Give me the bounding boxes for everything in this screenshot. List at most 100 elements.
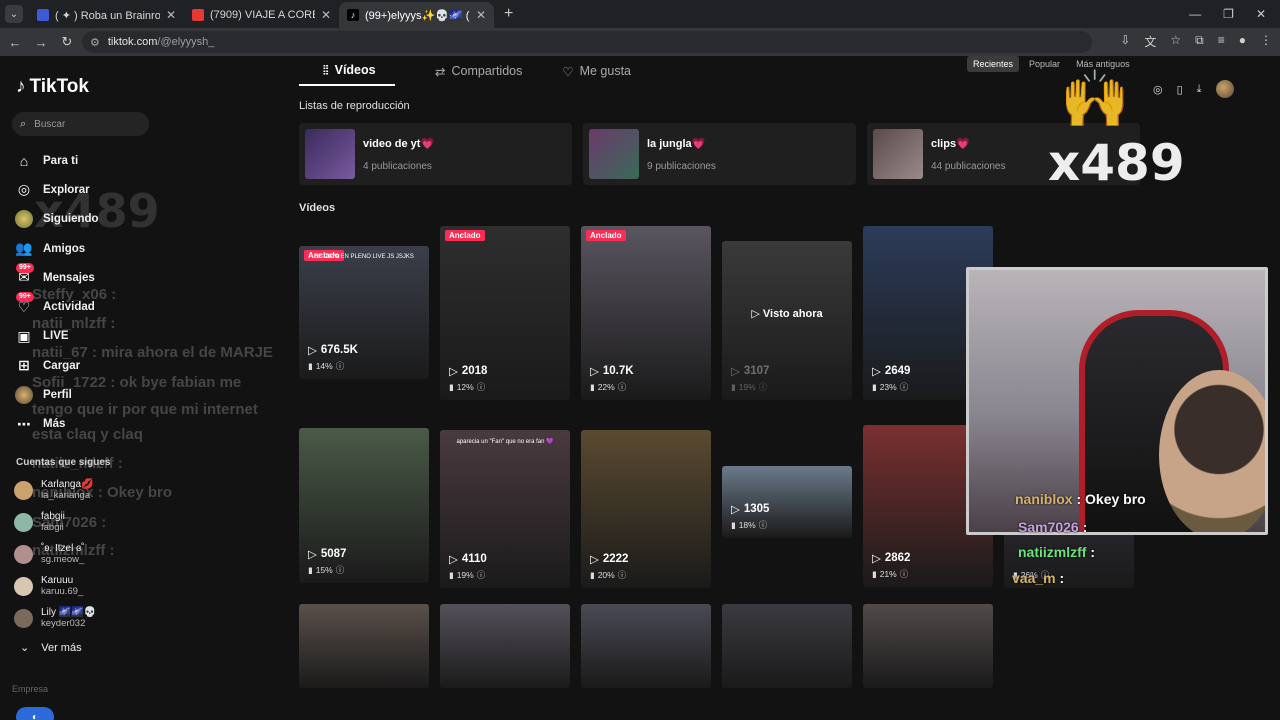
play-icon: ▷ (308, 345, 317, 357)
following-account[interactable]: Karlanga💋 la_karlanga (14, 474, 96, 506)
sort-recientes[interactable]: Recientes (967, 56, 1020, 72)
info-icon[interactable]: ⓘ (618, 381, 627, 393)
tiktok-logo[interactable]: ♪ TikTok (16, 76, 89, 98)
info-icon[interactable]: ⓘ (900, 568, 909, 580)
video-card[interactable]: ▷ Visto ahora ▷ 3107 ▮ 19% ⓘ (722, 241, 852, 400)
account-name: Karlanga💋 (41, 479, 94, 490)
toolbar-right: ⇩ 文 ☆ ⧉ ≡ ● ⋮ (1120, 33, 1272, 50)
following-account[interactable]: Karuuu karuu.69_ (14, 570, 96, 602)
floating-app-button[interactable]: ◐ (16, 707, 54, 720)
footer-link[interactable]: Empresa (12, 684, 48, 694)
window-controls: — ❐ ✕ (1189, 7, 1280, 21)
tab-label: Vídeos (334, 63, 376, 77)
playlist-name: video de yt💗 (363, 137, 435, 150)
new-tab-button[interactable]: + (504, 5, 513, 23)
info-icon[interactable]: ⓘ (336, 360, 345, 372)
overlay-chat-line: vaa_m : (1012, 570, 1065, 586)
see-more-button[interactable]: ⌄ Ver más (20, 641, 82, 655)
video-card[interactable]: Anclado ▷ 2018 ▮ 12% ⓘ (440, 226, 570, 400)
info-icon[interactable]: ⓘ (618, 569, 627, 581)
avatar[interactable] (1215, 80, 1234, 98)
close-window-icon[interactable]: ✕ (1256, 7, 1266, 21)
close-icon[interactable]: ✕ (166, 8, 176, 22)
address-bar[interactable]: ⚙ tiktok.com/@elyyysh_ (82, 31, 1092, 53)
browser-tab-youtube[interactable]: (7909) VIAJE A COREA DEL SUR ✕ (184, 2, 339, 28)
install-app-icon[interactable]: ⇩ (1120, 33, 1130, 50)
chat-user: naniblox (1015, 491, 1073, 507)
tab-compartidos[interactable]: ⇄ Compartidos (435, 60, 522, 82)
avatar (14, 544, 33, 564)
bar-chart-icon: ▮ (731, 381, 736, 392)
pinned-badge: Anclado (445, 230, 485, 241)
engagement-percent: ▮ 12% ⓘ (449, 381, 485, 393)
video-card[interactable] (440, 604, 570, 688)
site-info-icon[interactable]: ⚙ (90, 36, 100, 49)
sidebar-item-mas[interactable]: ⋯ Más (14, 410, 99, 439)
sidebar-item-label: Siguiendo (43, 213, 99, 226)
video-card[interactable] (299, 604, 429, 688)
video-card[interactable]: Anclado ▷ 10.7K ▮ 22% ⓘ (581, 226, 711, 400)
translate-icon[interactable]: 文 (1144, 33, 1156, 50)
view-count-text: 2222 (602, 553, 629, 565)
sidebar-item-explorar[interactable]: ◎ Explorar (14, 175, 99, 204)
avatar (14, 512, 33, 532)
play-icon: ▷ (308, 549, 317, 561)
following-account[interactable]: fabgii fabgii (14, 506, 96, 538)
video-card[interactable] (863, 604, 993, 688)
reading-list-icon[interactable]: ≡ (1218, 33, 1225, 50)
sidebar-item-para-ti[interactable]: ⌂ Para ti (14, 146, 99, 175)
tab-title: ( ✦ ) Roba un Brainrot - Roblox (55, 9, 160, 22)
view-count-text: 676.5K (320, 344, 358, 356)
profile-icon[interactable]: ● (1239, 33, 1246, 50)
restore-icon[interactable]: ❐ (1223, 7, 1234, 21)
info-icon[interactable]: ⓘ (336, 564, 345, 576)
forward-icon[interactable]: → (28, 35, 54, 50)
browser-tab-roblox[interactable]: ( ✦ ) Roba un Brainrot - Roblox ✕ (29, 2, 184, 28)
info-icon[interactable]: ⓘ (477, 569, 486, 581)
back-icon[interactable]: ← (2, 35, 28, 50)
menu-icon[interactable]: ⋮ (1260, 33, 1272, 50)
info-icon[interactable]: ⓘ (477, 381, 486, 393)
sidebar-item-actividad[interactable]: ♡ 99+ Actividad (14, 292, 99, 321)
tab-videos[interactable]: ⦙⦙ Vídeos (299, 60, 395, 86)
video-card[interactable] (581, 604, 711, 688)
video-card[interactable] (722, 604, 852, 688)
sidebar-item-siguiendo[interactable]: Siguiendo (14, 205, 99, 234)
sidebar-item-label: Para ti (43, 154, 79, 167)
video-card[interactable]: aparecia un "Fan" que no era fan 💜 ▷ 4110 ▮… (440, 430, 570, 588)
sidebar-item-cargar[interactable]: ⊞ Cargar (14, 351, 99, 380)
info-icon[interactable]: ⓘ (759, 381, 768, 393)
bookmark-star-icon[interactable]: ☆ (1170, 33, 1181, 50)
browser-tab-tiktok[interactable]: ♪ (99+)elyyys✨💀🌌 (@elyyysh ✕ (339, 2, 494, 28)
compass-icon[interactable]: ◎ (1153, 83, 1163, 96)
playlist-card[interactable]: video de yt💗 4 publicaciones (299, 123, 572, 185)
extensions-icon[interactable]: ⧉ (1195, 33, 1204, 50)
video-card[interactable]: ▷ 1305 ▮ 18% ⓘ (722, 466, 852, 538)
tab-title: (7909) VIAJE A COREA DEL SUR (210, 9, 315, 21)
close-icon[interactable]: ✕ (476, 8, 486, 22)
sidebar-item-live[interactable]: ▣ LIVE (14, 322, 99, 351)
close-icon[interactable]: ✕ (321, 8, 331, 22)
download-icon[interactable]: ⤓ (1197, 83, 1202, 96)
notification-badge: 99+ (16, 263, 34, 274)
info-icon[interactable]: ⓘ (900, 381, 909, 393)
video-card[interactable]: ▷ 5087 ▮ 15% ⓘ (299, 428, 429, 583)
mobile-icon[interactable]: ▯ (1177, 83, 1183, 96)
tab-me-gusta[interactable]: ♡ Me gusta (562, 60, 631, 82)
search-input[interactable]: ⌕ Buscar (12, 112, 149, 136)
following-account[interactable]: Lily 🌌🌌💀 keyder032 (14, 602, 96, 634)
playlist-card[interactable]: la jungla💗 9 publicaciones (583, 123, 856, 185)
sidebar-item-perfil[interactable]: Perfil (14, 380, 99, 409)
video-card[interactable]: Anclado SE CAYA EN PLENO LIVE JS JSJKS ▷ 67… (299, 246, 429, 379)
bar-chart-icon: ▮ (872, 381, 877, 392)
url-host: tiktok.com (107, 36, 158, 48)
info-icon[interactable]: ⓘ (759, 519, 768, 531)
following-account[interactable]: ˚ʚ. Itzel ɞ˚ sg.meow_ (14, 538, 96, 570)
video-card[interactable]: ▷ 2222 ▮ 20% ⓘ (581, 430, 711, 588)
sidebar-item-amigos[interactable]: 👥 Amigos (14, 234, 99, 263)
sidebar-item-mensajes[interactable]: ✉ 99+ Mensajes (14, 263, 99, 292)
reload-icon[interactable]: ↻ (54, 34, 80, 50)
tab-search-button[interactable]: ⌄ (5, 5, 23, 23)
minimize-icon[interactable]: — (1189, 7, 1201, 21)
engagement-percent-text: 12% (456, 382, 474, 392)
